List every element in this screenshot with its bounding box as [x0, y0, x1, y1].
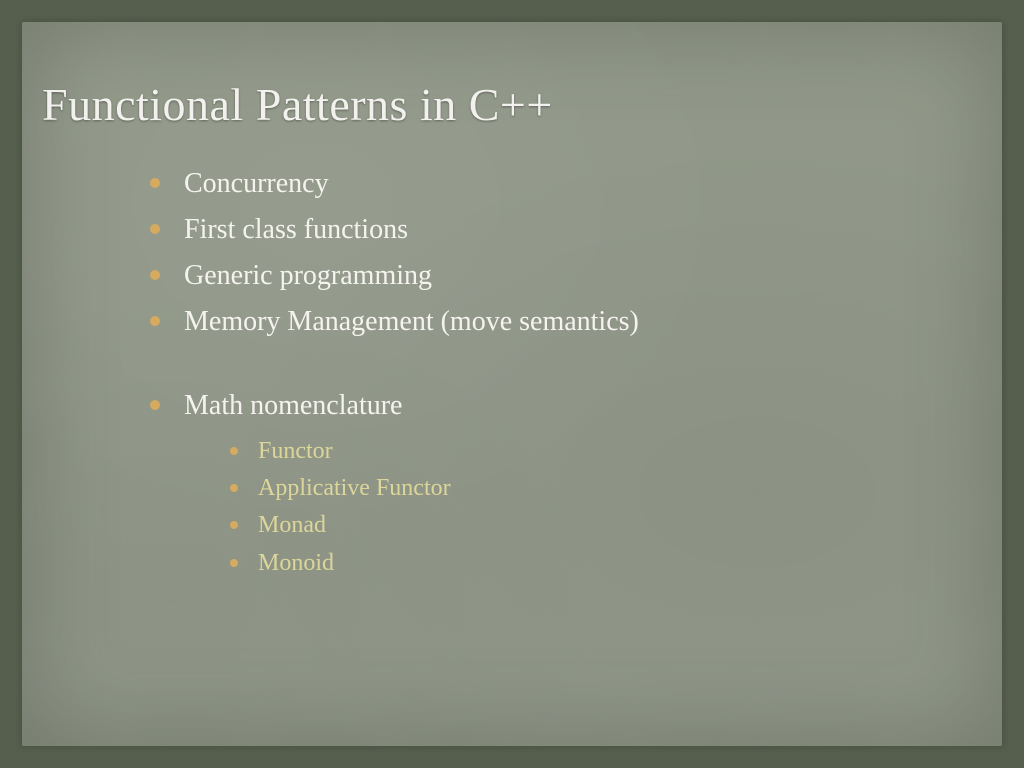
sub-bullet-text: Applicative Functor: [258, 475, 451, 501]
sub-bullet-text: Monoid: [258, 550, 334, 576]
sub-bullet-item: Monad: [230, 507, 982, 544]
bullet-item: Memory Management (move semantics): [150, 301, 982, 343]
slide-title: Functional Patterns in C++: [42, 78, 982, 131]
sub-bullet-text: Monad: [258, 512, 326, 538]
section-heading-text: Math nomenclature: [184, 390, 402, 421]
bullet-spacer: [150, 347, 982, 381]
bullet-text: First class functions: [184, 214, 408, 245]
sub-bullet-item: Applicative Functor: [230, 470, 982, 507]
bullet-list: Concurrency First class functions Generi…: [42, 163, 982, 582]
bullet-item: First class functions: [150, 209, 982, 251]
bullet-text: Concurrency: [184, 168, 329, 199]
bullet-text: Generic programming: [184, 260, 432, 291]
slide-content: Functional Patterns in C++ Concurrency F…: [22, 22, 1002, 606]
bullet-item-section: Math nomenclature Functor Applicative Fu…: [150, 385, 982, 582]
bullet-item: Generic programming: [150, 255, 982, 297]
slide-background: Functional Patterns in C++ Concurrency F…: [0, 0, 1024, 768]
bullet-text: Memory Management (move semantics): [184, 306, 639, 337]
sub-bullet-item: Functor: [230, 433, 982, 470]
slide-paper: Functional Patterns in C++ Concurrency F…: [22, 22, 1002, 746]
bullet-item: Concurrency: [150, 163, 982, 205]
sub-bullet-item: Monoid: [230, 545, 982, 582]
sub-bullet-list: Functor Applicative Functor Monad Monoid: [184, 433, 982, 582]
sub-bullet-text: Functor: [258, 438, 333, 464]
